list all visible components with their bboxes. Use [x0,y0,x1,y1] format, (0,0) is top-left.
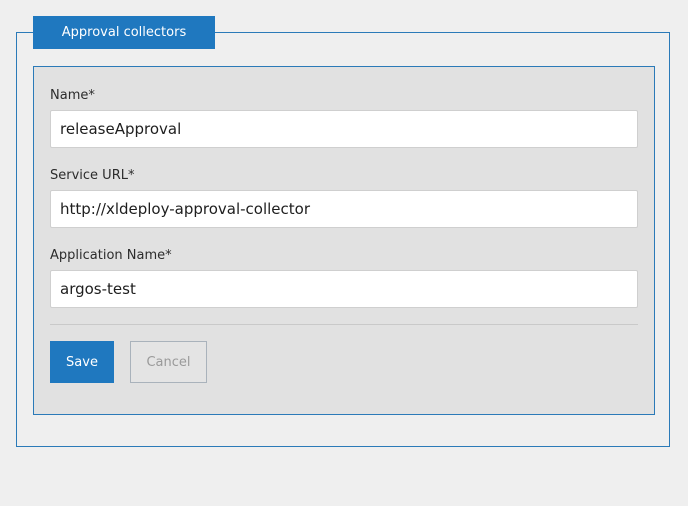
tab-approval-collectors[interactable]: Approval collectors [33,16,215,49]
application-name-label: Application Name* [50,248,172,263]
approval-collector-form: Name* Service URL* Application Name* Sav… [33,66,655,415]
form-divider [50,324,638,325]
application-name-input[interactable] [50,270,638,308]
service-url-label: Service URL* [50,168,135,183]
cancel-button[interactable]: Cancel [130,341,207,383]
name-input[interactable] [50,110,638,148]
service-url-input[interactable] [50,190,638,228]
save-button[interactable]: Save [50,341,114,383]
name-label: Name* [50,88,95,103]
